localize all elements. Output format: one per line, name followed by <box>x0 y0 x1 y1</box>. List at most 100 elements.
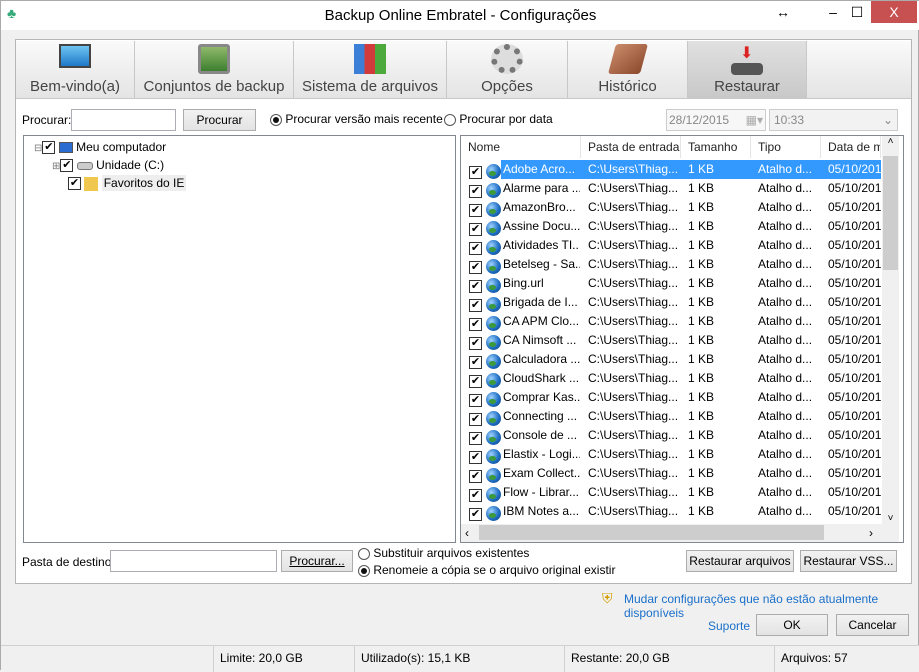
horizontal-scrollbar[interactable]: ‹ › <box>461 524 899 542</box>
table-row[interactable]: ✔ Adobe Acro... C:\Users\Thiag... 1 KB A… <box>461 160 881 180</box>
cell-type: Atalho d... <box>758 485 813 499</box>
table-row[interactable]: ✔ Console de ... C:\Users\Thiag... 1 KB … <box>461 426 881 446</box>
table-row[interactable]: ✔ CA Nimsoft ... C:\Users\Thiag... 1 KB … <box>461 331 881 351</box>
cell-date: 05/10/201 <box>828 238 881 252</box>
tree-node-ie-favorites[interactable]: ✔ Favoritos do IE <box>68 175 187 191</box>
destination-input[interactable] <box>110 550 277 572</box>
table-row[interactable]: ✔ Calculadora ... C:\Users\Thiag... 1 KB… <box>461 350 881 370</box>
shield-icon: ⛨ <box>602 590 613 606</box>
scroll-right-icon[interactable]: › <box>869 526 873 540</box>
title-bar: ♣ Backup Online Embratel - Configurações… <box>1 1 919 30</box>
checkbox[interactable]: ✔ <box>469 505 482 524</box>
cell-type: Atalho d... <box>758 295 813 309</box>
cell-date: 05/10/201 <box>828 390 881 404</box>
table-row[interactable]: ✔ AmazonBro... C:\Users\Thiag... 1 KB At… <box>461 198 881 218</box>
resize-icon[interactable]: ↔ <box>773 1 793 23</box>
cell-folder: C:\Users\Thiag... <box>588 428 679 442</box>
table-row[interactable]: ✔ CloudShark ... C:\Users\Thiag... 1 KB … <box>461 369 881 389</box>
cell-date: 05/10/201 <box>828 409 881 423</box>
cell-type: Atalho d... <box>758 219 813 233</box>
cell-size: 1 KB <box>688 162 715 176</box>
status-bar: Limite: 20,0 GB Utilizado(s): 15,1 KB Re… <box>1 645 919 672</box>
radio-replace[interactable]: Substituir arquivos existentes <box>358 546 529 560</box>
table-row[interactable]: ✔ CA APM Clo... C:\Users\Thiag... 1 KB A… <box>461 312 881 332</box>
tab-options[interactable]: Opções <box>447 41 568 99</box>
cell-type: Atalho d... <box>758 181 813 195</box>
browse-button[interactable]: Procurar... <box>281 550 353 572</box>
cell-folder: C:\Users\Thiag... <box>588 409 679 423</box>
radio-recent[interactable]: Procurar versão mais recente <box>270 112 443 126</box>
tab-file-system[interactable]: Sistema de arquivos <box>294 41 447 99</box>
table-row[interactable]: ✔ Alarme para ... C:\Users\Thiag... 1 KB… <box>461 179 881 199</box>
status-used: Utilizado(s): 15,1 KB <box>354 646 470 672</box>
cell-size: 1 KB <box>688 466 715 480</box>
restore-files-button[interactable]: Restaurar arquivos <box>686 550 794 572</box>
cell-date: 05/10/201 <box>828 162 881 176</box>
cell-type: Atalho d... <box>758 409 813 423</box>
support-link[interactable]: Suporte <box>708 619 750 633</box>
table-row[interactable]: ✔ Elastix - Logi... C:\Users\Thiag... 1 … <box>461 445 881 465</box>
scroll-up-icon[interactable]: ˄ <box>882 136 899 147</box>
minimize-button[interactable]: – <box>823 1 843 23</box>
ok-button[interactable]: OK <box>756 614 828 636</box>
table-row[interactable]: ✔ Comprar Kas... C:\Users\Thiag... 1 KB … <box>461 388 881 408</box>
radio-icon <box>444 113 456 126</box>
table-row[interactable]: ✔ Connecting ... C:\Users\Thiag... 1 KB … <box>461 407 881 427</box>
maximize-button[interactable]: ☐ <box>847 1 867 23</box>
folders-icon <box>354 44 386 74</box>
checkbox[interactable]: ✔ <box>68 177 81 191</box>
cancel-button[interactable]: Cancelar <box>836 614 909 636</box>
destination-label: Pasta de destino: <box>22 555 115 569</box>
column-header-name[interactable]: Nome <box>461 136 581 158</box>
collapse-icon[interactable]: ⊟ <box>34 143 42 154</box>
time-select[interactable]: 10:33 ⌄ <box>769 109 898 131</box>
search-input[interactable] <box>71 109 176 131</box>
column-header-type[interactable]: Tipo <box>751 136 821 158</box>
checkbox[interactable]: ✔ <box>60 159 74 173</box>
cell-folder: C:\Users\Thiag... <box>588 333 679 347</box>
tab-backup-sets[interactable]: Conjuntos de backup <box>135 41 294 99</box>
table-row[interactable]: ✔ IBM Notes a... C:\Users\Thiag... 1 KB … <box>461 502 881 524</box>
cell-name: Assine Docu... <box>503 219 580 233</box>
scroll-down-icon[interactable]: ˅ <box>882 513 899 524</box>
search-button[interactable]: Procurar <box>183 109 256 131</box>
table-row[interactable]: ✔ Bing.url C:\Users\Thiag... 1 KB Atalho… <box>461 274 881 294</box>
table-row[interactable]: ✔ Brigada de I... C:\Users\Thiag... 1 KB… <box>461 293 881 313</box>
restore-vss-button[interactable]: Restaurar VSS... <box>800 550 897 572</box>
date-picker[interactable]: 28/12/2015 ▦▾ <box>666 109 766 131</box>
radio-by-date[interactable]: Procurar por data <box>444 112 553 126</box>
tree-node-computer[interactable]: ⊟ ✔ Meu computador <box>34 140 166 155</box>
cell-type: Atalho d... <box>758 162 813 176</box>
cell-folder: C:\Users\Thiag... <box>588 257 679 271</box>
cell-folder: C:\Users\Thiag... <box>588 276 679 290</box>
tab-restore[interactable]: ⬇ Restaurar <box>688 41 807 99</box>
radio-rename[interactable]: Renomeie a cópia se o arquivo original e… <box>358 563 615 577</box>
table-row[interactable]: ✔ Atividades TI... C:\Users\Thiag... 1 K… <box>461 236 881 256</box>
checkbox[interactable]: ✔ <box>42 141 56 155</box>
tab-welcome[interactable]: Bem-vindo(a) <box>16 41 135 99</box>
table-row[interactable]: ✔ Assine Docu... C:\Users\Thiag... 1 KB … <box>461 217 881 237</box>
gears-icon <box>491 44 523 74</box>
table-row[interactable]: ✔ Flow - Librar... C:\Users\Thiag... 1 K… <box>461 483 881 503</box>
cell-date: 05/10/201 <box>828 371 881 385</box>
cell-name: IBM Notes a... <box>503 504 580 518</box>
vertical-scrollbar[interactable]: ˄ ˅ <box>882 136 899 524</box>
expand-icon[interactable]: ⊞ <box>52 161 60 172</box>
scroll-left-icon[interactable]: ‹ <box>465 526 469 540</box>
close-button[interactable]: X <box>871 1 917 23</box>
cell-size: 1 KB <box>688 352 715 366</box>
search-label: Procurar: <box>22 113 72 127</box>
cell-size: 1 KB <box>688 371 715 385</box>
column-header-size[interactable]: Tamanho <box>681 136 751 158</box>
tree-node-drive-c[interactable]: ⊞ ✔ Unidade (C:) <box>52 158 164 173</box>
scroll-thumb[interactable] <box>883 156 898 270</box>
cell-size: 1 KB <box>688 181 715 195</box>
column-header-folder[interactable]: Pasta de entrada <box>581 136 681 158</box>
scroll-thumb-horizontal[interactable] <box>479 525 824 540</box>
column-header-date[interactable]: Data de m <box>821 136 881 158</box>
table-row[interactable]: ✔ Betelseg - Sa... C:\Users\Thiag... 1 K… <box>461 255 881 275</box>
tab-history[interactable]: Histórico <box>568 41 688 99</box>
cell-name: Adobe Acro... <box>502 160 580 179</box>
table-row[interactable]: ✔ Exam Collect... C:\Users\Thiag... 1 KB… <box>461 464 881 484</box>
backup-set-icon <box>198 44 230 74</box>
